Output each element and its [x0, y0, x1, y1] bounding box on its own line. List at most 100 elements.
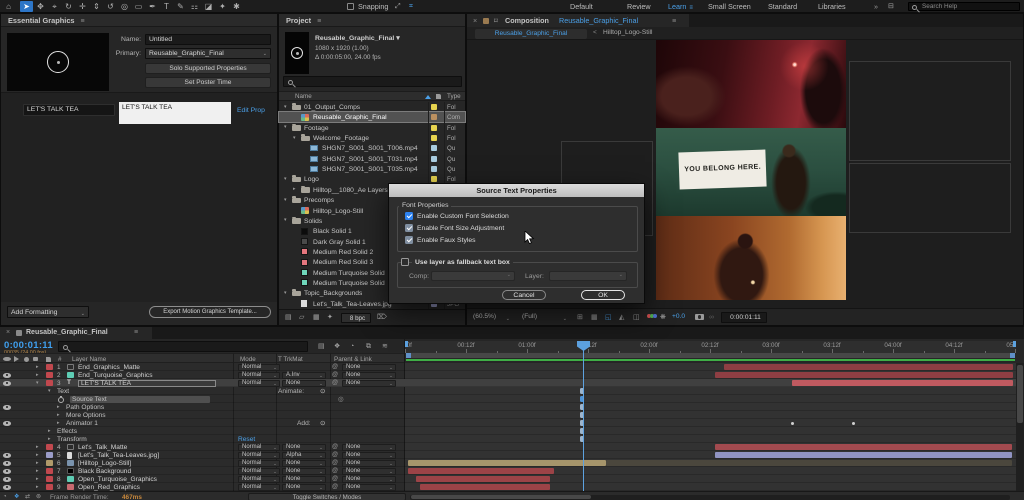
color-depth-button[interactable]: 8 bpc [341, 313, 371, 323]
enable-font-size-checkbox[interactable] [405, 224, 413, 232]
home-tool[interactable]: ⌂ [2, 1, 15, 12]
resolution-dropdown[interactable]: (Full) ⌄ [514, 312, 570, 323]
twisty-icon[interactable]: ▸ [36, 444, 39, 450]
exposure-value[interactable]: +0.0 [672, 313, 685, 320]
twisty-icon[interactable]: ▸ [48, 428, 51, 434]
layer-duration-bar[interactable] [715, 371, 1013, 378]
blend-mode-dropdown[interactable]: Normal ⌄ [238, 483, 280, 491]
property-name[interactable]: Effects [57, 428, 77, 435]
label-color-chip[interactable] [431, 124, 437, 131]
performance-icon[interactable]: ⊚ [36, 493, 41, 500]
workspace-learn[interactable]: Learn ≡ [668, 0, 693, 13]
magnification-dropdown[interactable]: (60.5%) ⌄ [473, 312, 513, 323]
twisty-icon[interactable]: ▸ [36, 452, 39, 458]
timeline-layer-row[interactable]: ▸ 2 End_Turquoise_Graphics Normal ⌄ A.Inv ⌄ @ No… [0, 371, 1016, 379]
rgb-channels-icon[interactable] [647, 313, 657, 319]
animator-add-icon[interactable]: ⊙ [320, 420, 326, 427]
layer-duration-bar[interactable] [715, 451, 1012, 458]
label-color-chip[interactable] [46, 467, 53, 475]
timeline-property-row[interactable]: ▸ More Options [0, 411, 1016, 419]
help-search-input[interactable]: Search Help [908, 2, 1020, 11]
timeline-property-row[interactable]: ▸ Path Options [0, 403, 1016, 411]
panel-menu-icon[interactable]: ≡ [672, 14, 676, 27]
property-name[interactable]: More Options [66, 412, 106, 419]
twisty-icon[interactable]: ▸ [57, 404, 60, 410]
playhead-line[interactable] [583, 341, 584, 491]
cancel-button[interactable]: Cancel [502, 290, 546, 300]
stopwatch-icon[interactable] [58, 395, 64, 403]
guides-icon[interactable]: ◫ [633, 313, 640, 322]
timeline-layer-row[interactable]: ▸ 9 Open_Red_Graphics Normal ⌄ None ⌄ @ None ⌄ [0, 483, 1016, 491]
twisty-icon[interactable]: ▸ [36, 484, 39, 490]
update-icon[interactable]: ⇄ [25, 493, 30, 500]
track-matte-dropdown[interactable]: None ⌄ [282, 467, 326, 475]
parent-link-dropdown[interactable]: None ⌄ [342, 371, 396, 379]
parent-link-dropdown[interactable]: None ⌄ [342, 483, 396, 491]
rectangle-tool[interactable]: ▭ [132, 1, 145, 12]
pick-whip-icon[interactable]: @ [332, 380, 338, 387]
essential-graphics-header[interactable]: Essential Graphics ≡ [1, 14, 277, 27]
roto-brush-tool[interactable]: ✦ [216, 1, 229, 12]
layer-duration-bar[interactable] [408, 467, 554, 474]
visibility-eye-icon[interactable] [3, 469, 11, 474]
label-color-chip[interactable] [431, 166, 437, 173]
render-queue-icon[interactable]: ◔ [3, 493, 7, 500]
workspace-small-screen[interactable]: Small Screen [708, 0, 751, 13]
ok-button[interactable]: OK [581, 290, 625, 300]
keyframe[interactable] [852, 421, 855, 425]
blend-mode-dropdown[interactable]: Normal ⌄ [238, 379, 280, 387]
layer-name[interactable]: End_Turquoise_Graphics [78, 372, 153, 379]
keyframe[interactable] [791, 421, 794, 425]
project-tree-item[interactable]: SHGN7_S001_S001_T006.mp4 Qu [279, 143, 465, 153]
timeline-layer-row[interactable]: ▸ 5 [Let's_Talk_Tea-Leaves.jpg] Normal ⌄ Alph… [0, 451, 1016, 459]
twisty-icon[interactable]: ▾ [284, 124, 287, 131]
twisty-icon[interactable]: ▸ [293, 186, 296, 193]
add-formatting-dropdown[interactable]: Add Formatting ⌄ [7, 306, 89, 318]
parent-link-dropdown[interactable]: None ⌄ [342, 459, 396, 467]
layer-name[interactable]: Black Background [78, 468, 131, 475]
parent-link-dropdown[interactable]: None ⌄ [342, 379, 396, 387]
pick-whip-icon[interactable]: @ [332, 460, 338, 467]
visibility-eye-icon[interactable] [3, 477, 11, 482]
timeline-layer-row[interactable]: ▾ 3 T LET'S TALK TEA Normal ⌄ None ⌄ @ None ⌄ [0, 379, 1016, 387]
label-color-chip[interactable] [46, 459, 53, 467]
workspace-libraries[interactable]: Libraries [818, 0, 846, 13]
eraser-tool[interactable]: ◪ [202, 1, 215, 12]
type-tool[interactable]: T [160, 1, 173, 12]
property-name[interactable]: Source Text [70, 395, 210, 403]
rotation-tool[interactable]: ↺ [104, 1, 117, 12]
orbit-camera-tool[interactable]: ↻ [62, 1, 75, 12]
mask-visibility-icon[interactable]: ◭ [619, 313, 624, 322]
more-workspaces-chevron[interactable]: » [874, 0, 878, 13]
twisty-icon[interactable]: ▸ [36, 460, 39, 466]
timeline-horizontal-scrollbar[interactable] [410, 494, 1010, 500]
project-tree-item[interactable]: SHGN7_S001_S001_T035.mp4 Qu [279, 164, 465, 174]
breadcrumb-other-tab[interactable]: Hilltop_Logo-Still [603, 29, 652, 36]
timeline-property-row[interactable]: ▸ Animator 1 Add: ⊙ [0, 419, 1016, 427]
twisty-icon[interactable]: ▾ [284, 197, 287, 204]
workspace-standard[interactable]: Standard [768, 0, 797, 13]
comp-dropdown[interactable] [431, 271, 515, 281]
dolly-camera-tool[interactable]: ⇕ [90, 1, 103, 12]
set-poster-time-button[interactable]: Set Poster Time [145, 77, 271, 88]
visibility-eye-icon[interactable] [3, 421, 11, 426]
layer-name[interactable]: End_Graphics_Matte [78, 364, 140, 371]
twisty-icon[interactable]: ▸ [36, 364, 39, 370]
label-color-chip[interactable] [431, 176, 437, 183]
property-name[interactable]: Text [57, 388, 69, 395]
timeline-layer-row[interactable]: ▸ 4 Let's_Talk_Matte Normal ⌄ None ⌄ @ None ⌄ [0, 443, 1016, 451]
twisty-icon[interactable]: ▾ [284, 176, 287, 183]
workspace-default[interactable]: Default [570, 0, 593, 13]
label-color-chip[interactable] [431, 155, 437, 162]
layer-duration-bar[interactable] [408, 459, 606, 466]
twisty-icon[interactable]: ▾ [284, 217, 287, 224]
timeline-property-row[interactable]: ▾ Text Animate: ⊙ [0, 387, 1016, 395]
timeline-layer-row[interactable]: ▸ 6 [Hilltop_Logo-Still] Normal ⌄ None ⌄ @ None ⌄ [0, 459, 1016, 467]
twisty-icon[interactable]: ▸ [36, 468, 39, 474]
parent-link-dropdown[interactable]: None ⌄ [342, 467, 396, 475]
pick-whip-icon[interactable]: @ [332, 364, 338, 371]
pick-whip-icon[interactable]: @ [332, 468, 338, 475]
enable-custom-font-checkbox[interactable] [405, 212, 413, 220]
pick-whip-icon[interactable]: @ [332, 476, 338, 483]
pick-whip-icon[interactable]: @ [332, 484, 338, 491]
